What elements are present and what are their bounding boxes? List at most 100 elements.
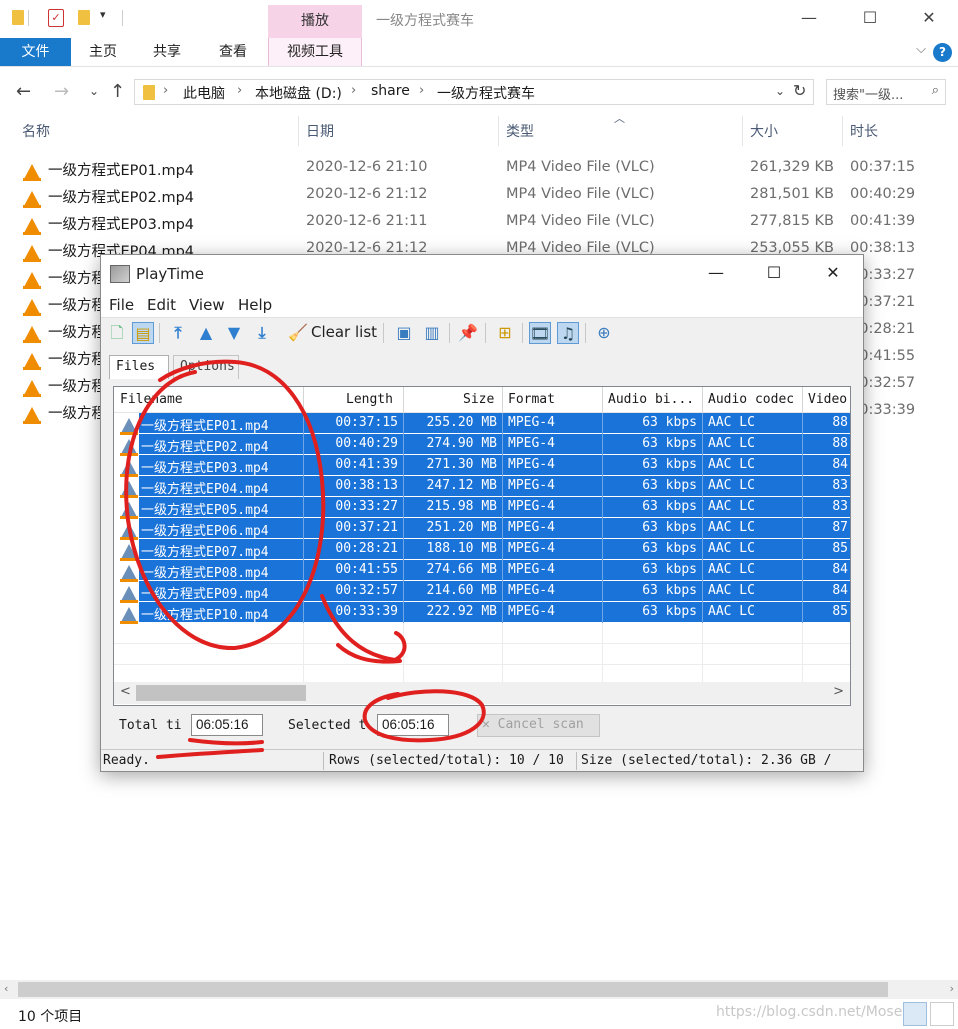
- header-length[interactable]: Length: [346, 392, 393, 407]
- file-row[interactable]: 一级方程式EP02.mp4 2020-12-6 21:12 MP4 Video Fi…: [0, 182, 958, 209]
- cell-length: 00:33:27: [335, 499, 398, 514]
- table-row[interactable]: 一级方程式EP06.mp4 00:37:21 251.20 MB MPEG-4 63 k…: [114, 518, 850, 540]
- up-arrow-icon[interactable]: ↑: [110, 81, 125, 102]
- audio-filter-icon[interactable]: ♫: [557, 322, 579, 344]
- file-type: MP4 Video File (VLC): [506, 159, 655, 175]
- ribbon-expand-icon[interactable]: ⌵: [916, 42, 926, 57]
- help-icon[interactable]: ?: [933, 43, 952, 62]
- move-top-icon[interactable]: ⤒: [167, 322, 189, 344]
- column-duration[interactable]: 时长: [850, 121, 878, 141]
- scrollbar-thumb[interactable]: [18, 982, 888, 997]
- scroll-right-icon[interactable]: ›: [950, 982, 954, 995]
- forward-arrow-icon[interactable]: →: [54, 81, 69, 102]
- maximize-button[interactable]: ☐: [855, 8, 885, 27]
- table-row[interactable]: 一级方程式EP03.mp4 00:41:39 271.30 MB MPEG-4 63 k…: [114, 455, 850, 477]
- menu-view[interactable]: View: [189, 296, 225, 314]
- recent-dropdown-icon[interactable]: ⌄: [89, 84, 99, 98]
- column-type[interactable]: 类型: [506, 121, 534, 141]
- back-arrow-icon[interactable]: ←: [16, 81, 31, 102]
- file-row[interactable]: 一级方程式EP03.mp4 2020-12-6 21:11 MP4 Video Fi…: [0, 209, 958, 236]
- scroll-left-icon[interactable]: ‹: [4, 982, 8, 995]
- info-file-icon[interactable]: ▥: [421, 322, 443, 344]
- breadcrumb-this-pc[interactable]: 此电脑: [183, 83, 225, 103]
- table-row[interactable]: 一级方程式EP08.mp4 00:41:55 274.66 MB MPEG-4 63 k…: [114, 560, 850, 582]
- pin-icon[interactable]: 📌: [457, 322, 479, 344]
- move-bottom-icon[interactable]: ⤓: [251, 322, 273, 344]
- scroll-right-icon[interactable]: >: [833, 684, 844, 699]
- address-dropdown-icon[interactable]: ⌄: [775, 84, 785, 98]
- maximize-button[interactable]: ☐: [759, 263, 789, 282]
- playtime-file-table[interactable]: Filename Length Size Format Audio bi... …: [113, 386, 851, 706]
- cell-size: 271.30 MB: [426, 457, 497, 472]
- cancel-scan-button[interactable]: ✕ Cancel scan: [477, 714, 600, 737]
- search-input[interactable]: 搜索"一级... ⌕: [826, 79, 946, 105]
- properties-icon[interactable]: ✓: [48, 9, 64, 27]
- breadcrumb-drive[interactable]: 本地磁盘 (D:): [255, 83, 342, 103]
- add-media-icon[interactable]: ⊕: [593, 322, 615, 344]
- add-folder-icon[interactable]: ▤: [132, 322, 154, 344]
- tab-view[interactable]: 查看: [210, 38, 256, 66]
- file-row[interactable]: 一级方程式EP01.mp4 2020-12-6 21:10 MP4 Video Fi…: [0, 155, 958, 182]
- details-view-icon[interactable]: [903, 1002, 927, 1026]
- tab-share[interactable]: 共享: [144, 38, 190, 66]
- menu-file[interactable]: File: [109, 296, 134, 314]
- explorer-horizontal-scrollbar[interactable]: ‹ ›: [0, 980, 958, 999]
- cell-divider: [403, 623, 404, 644]
- tab-home[interactable]: 主页: [80, 38, 126, 66]
- add-files-icon[interactable]: 🗋: [106, 322, 128, 344]
- tree-icon[interactable]: ⊞: [494, 322, 516, 344]
- table-row[interactable]: 一级方程式EP04.mp4 00:38:13 247.12 MB MPEG-4 63 k…: [114, 476, 850, 498]
- move-up-icon[interactable]: ▲: [195, 322, 217, 344]
- menu-edit[interactable]: Edit: [147, 296, 176, 314]
- cell-divider: [502, 539, 503, 560]
- minimize-button[interactable]: —: [701, 263, 731, 282]
- column-size[interactable]: 大小: [750, 121, 778, 141]
- refresh-icon[interactable]: ↻: [793, 81, 806, 100]
- clear-list-button[interactable]: Clear list: [311, 323, 377, 341]
- cell-divider: [502, 602, 503, 623]
- file-duration: 00:41:39: [850, 213, 916, 229]
- close-button[interactable]: ✕: [818, 263, 848, 282]
- close-button[interactable]: ✕: [914, 8, 944, 27]
- context-tab-play[interactable]: 播放: [268, 5, 362, 38]
- header-audio-codec[interactable]: Audio codec: [708, 392, 794, 407]
- tab-files[interactable]: Files: [109, 355, 169, 379]
- tab-file[interactable]: 文件: [0, 38, 71, 66]
- broom-icon[interactable]: 🧹: [287, 322, 309, 344]
- new-folder-icon[interactable]: [78, 10, 90, 25]
- header-filename[interactable]: Filename: [120, 392, 183, 407]
- quick-access-dropdown-icon[interactable]: ▾: [100, 8, 106, 26]
- table-row[interactable]: 一级方程式EP05.mp4 00:33:27 215.98 MB MPEG-4 63 k…: [114, 497, 850, 519]
- breadcrumb-folder[interactable]: 一级方程式赛车: [437, 83, 535, 103]
- table-row[interactable]: 一级方程式EP09.mp4 00:32:57 214.60 MB MPEG-4 63 k…: [114, 581, 850, 603]
- header-size[interactable]: Size: [463, 392, 494, 407]
- table-horizontal-scrollbar[interactable]: < >: [114, 682, 850, 704]
- export-icon[interactable]: ▣: [393, 322, 415, 344]
- video-filter-icon[interactable]: 🎞: [529, 322, 551, 344]
- tab-video-tools[interactable]: 视频工具: [268, 38, 362, 66]
- scrollbar-thumb[interactable]: [136, 685, 306, 701]
- header-audio-bitrate[interactable]: Audio bi...: [608, 392, 694, 407]
- table-row[interactable]: 一级方程式EP02.mp4 00:40:29 274.90 MB MPEG-4 63 k…: [114, 434, 850, 456]
- cell-divider: [802, 602, 803, 623]
- cell-divider: [303, 602, 304, 623]
- breadcrumb-share[interactable]: share: [371, 83, 410, 99]
- tab-options[interactable]: Options: [173, 355, 239, 379]
- move-down-icon[interactable]: ▼: [223, 322, 245, 344]
- minimize-button[interactable]: —: [794, 8, 824, 27]
- cell-audio-codec: AAC LC: [708, 583, 755, 598]
- address-bar[interactable]: › 此电脑 › 本地磁盘 (D:) › share › 一级方程式赛车 ⌄ ↻: [134, 79, 814, 105]
- cell-divider: [502, 455, 503, 476]
- large-icons-view-icon[interactable]: [930, 1002, 954, 1026]
- table-row[interactable]: 一级方程式EP10.mp4 00:33:39 222.92 MB MPEG-4 63 k…: [114, 602, 850, 624]
- table-row[interactable]: 一级方程式EP07.mp4 00:28:21 188.10 MB MPEG-4 63 k…: [114, 539, 850, 561]
- header-format[interactable]: Format: [508, 392, 555, 407]
- column-name[interactable]: 名称: [22, 121, 50, 141]
- scroll-left-icon[interactable]: <: [120, 684, 131, 699]
- menu-help[interactable]: Help: [238, 296, 272, 314]
- cell-length: 00:37:21: [335, 520, 398, 535]
- playtime-titlebar: PlayTime — ☐ ✕: [101, 255, 863, 293]
- header-video[interactable]: Video: [808, 392, 847, 407]
- table-row[interactable]: 一级方程式EP01.mp4 00:37:15 255.20 MB MPEG-4 63 k…: [114, 413, 850, 435]
- column-date[interactable]: 日期: [306, 121, 334, 141]
